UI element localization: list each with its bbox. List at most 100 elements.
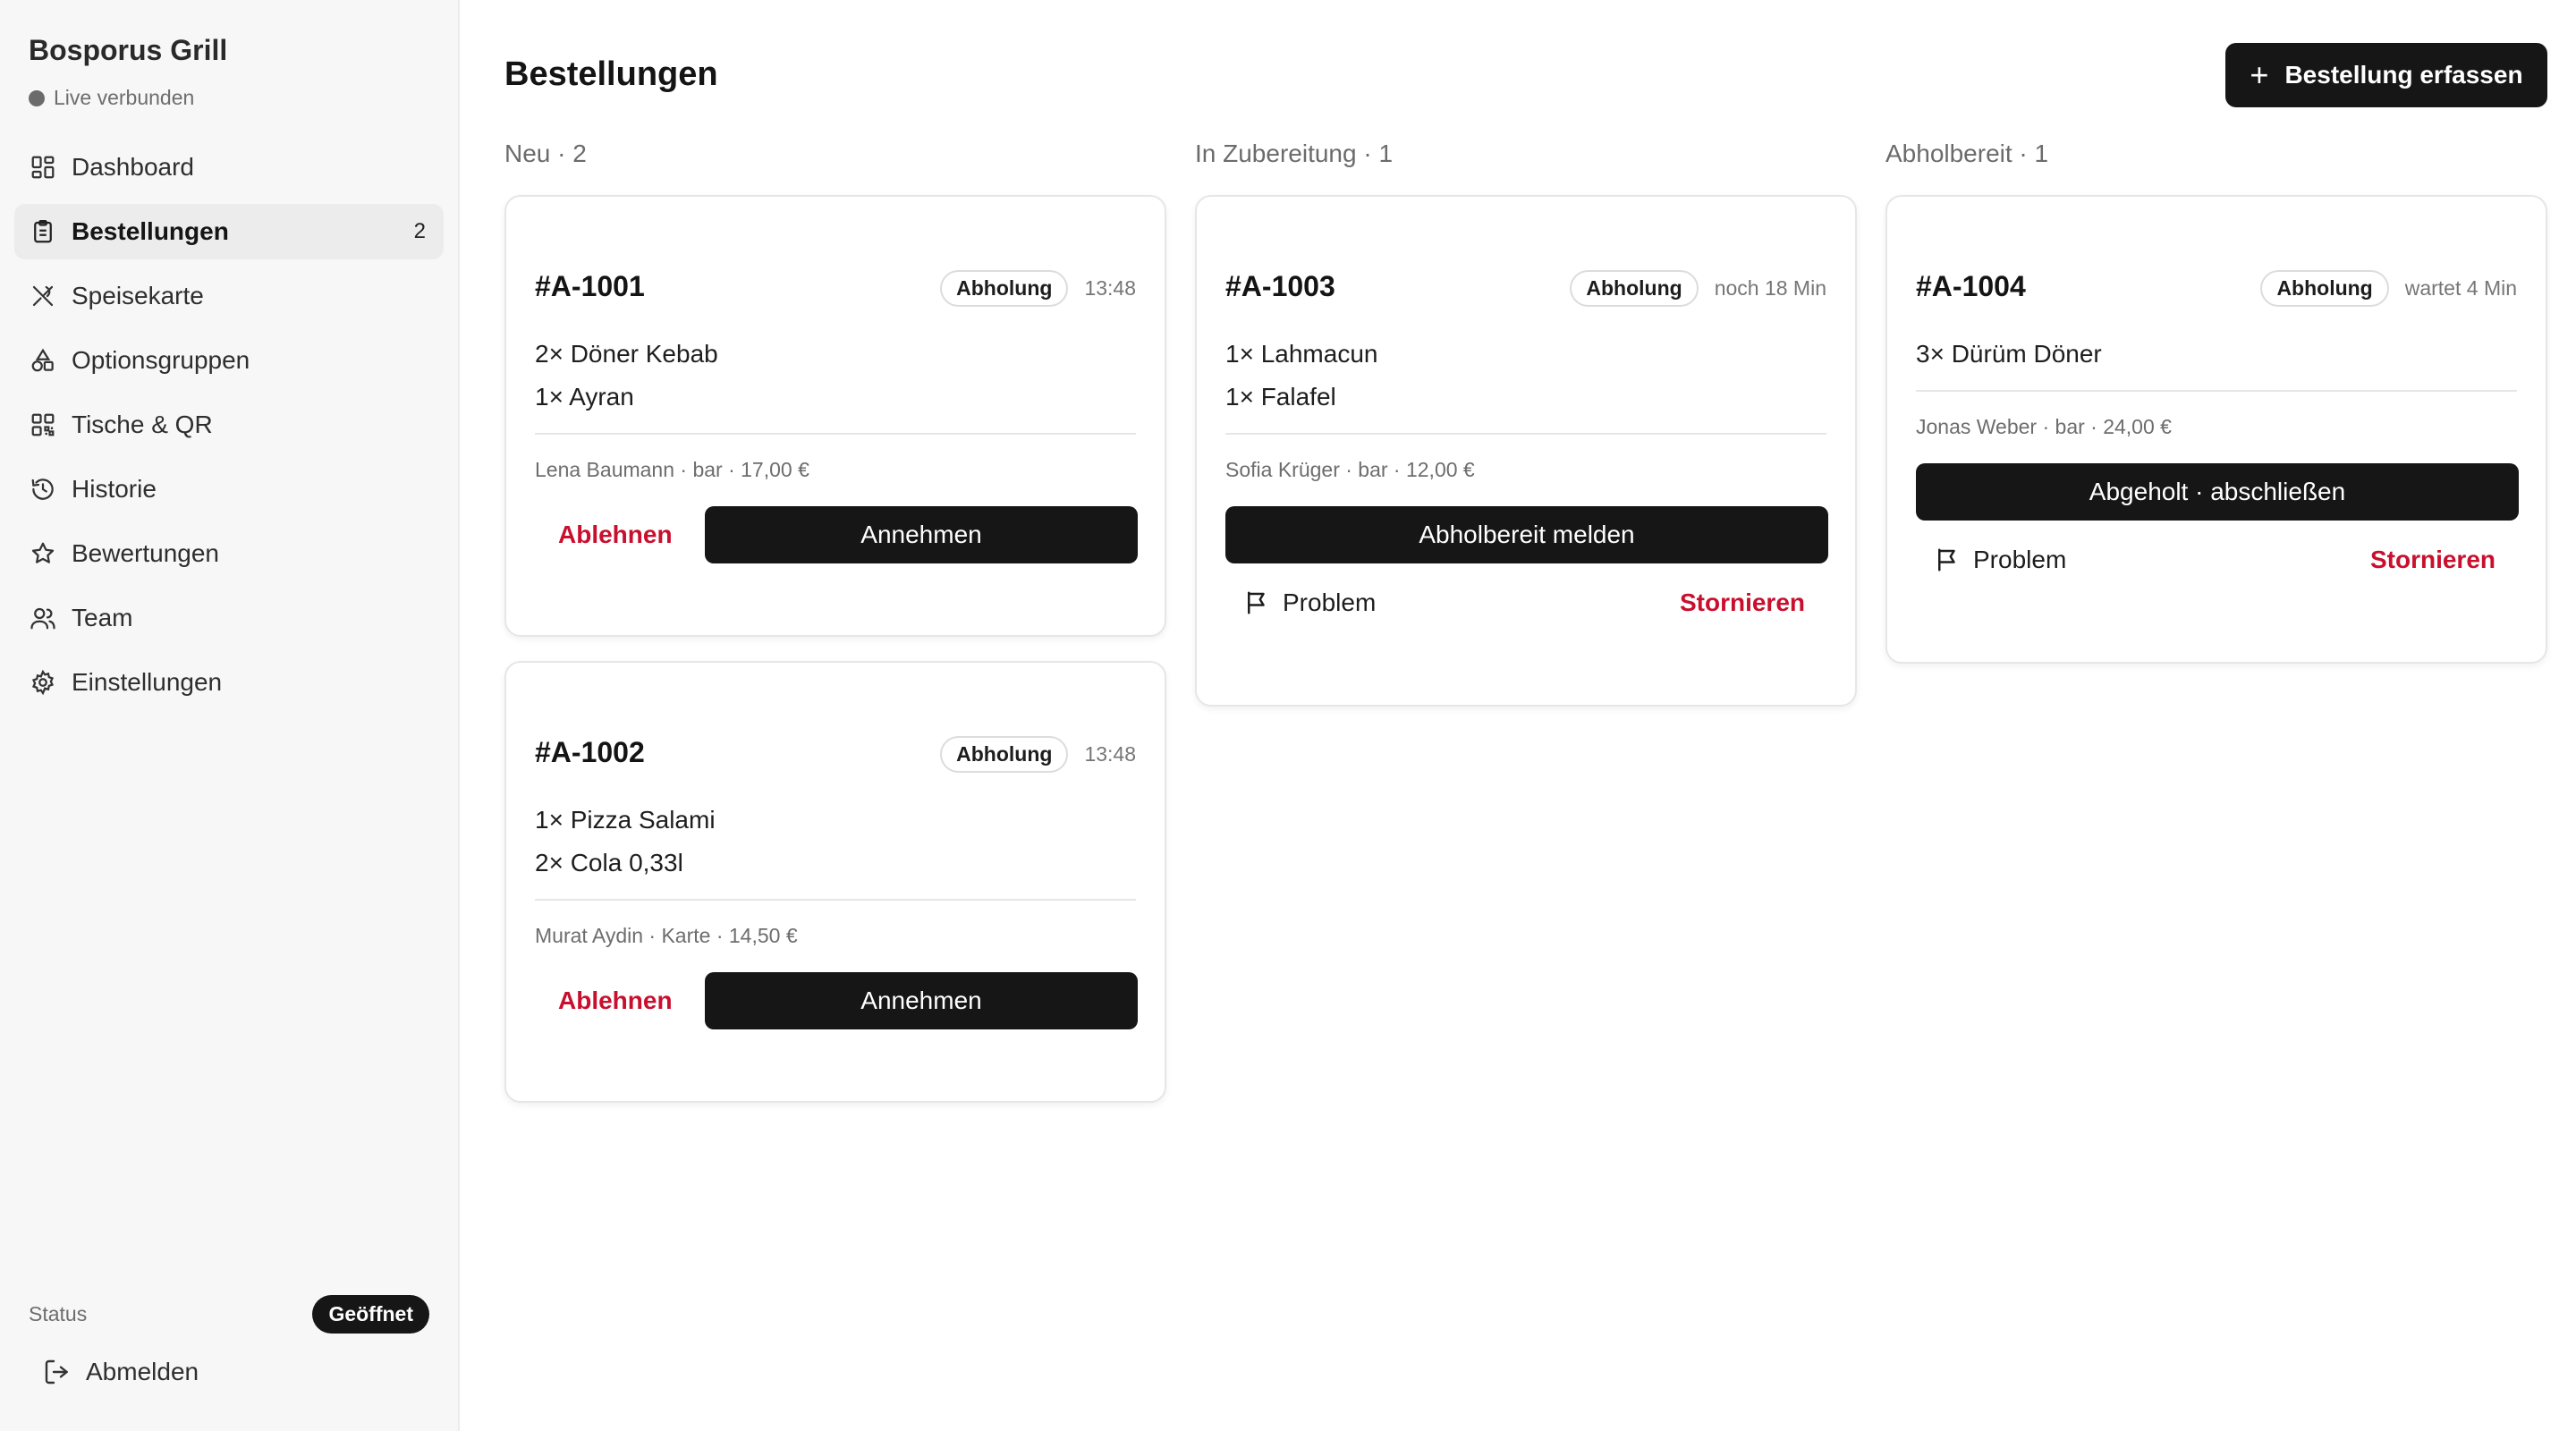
order-item: 3× Dürüm Döner [1916,340,2102,368]
gear-icon [29,668,57,697]
page-title: Bestellungen [504,55,718,93]
order-item: 1× Falafel [1225,383,1336,411]
brand-name: Bosporus Grill [29,34,228,66]
card-divider [535,433,1136,435]
order-customer: Murat Aydin · Karte · 14,50 € [535,924,798,947]
order-items: 3× Dürüm Döner [1916,333,2102,376]
plus-icon: + [2250,56,2269,93]
order-card-a-1002[interactable]: #A-1002 Abholung 13:48 1× Pizza Salami 2… [504,661,1166,1103]
sidebar-item-bewertungen[interactable]: Bewertungen [14,526,444,581]
order-id: #A-1001 [535,270,645,302]
sidebar-item-tische-qr[interactable]: Tische & QR [14,397,444,453]
column-header-abholbereit: Abholbereit · 1 [1885,140,2049,167]
order-card-a-1001[interactable]: #A-1001 Abholung 13:48 2× Döner Kebab 1×… [504,195,1166,637]
order-item: 2× Döner Kebab [535,340,718,368]
problem-label: Problem [1283,588,1377,616]
store-status: Status Geöffnet [29,1295,429,1334]
sidebar-item-dashboard[interactable]: Dashboard [14,140,444,195]
ready-button[interactable]: Abholbereit melden [1225,506,1828,563]
logout-button[interactable]: Abmelden [43,1358,199,1386]
order-item: 2× Cola 0,33l [535,849,683,876]
problem-label: Problem [1973,546,2067,573]
complete-button[interactable]: Abgeholt · abschließen [1916,463,2519,521]
order-meta: Abholung 13:48 [940,270,1136,307]
order-type-badge: Abholung [1570,270,1699,307]
sidebar-item-speisekarte[interactable]: Speisekarte [14,268,444,324]
order-card-a-1004[interactable]: #A-1004 Abholung wartet 4 Min 3× Dürüm D… [1885,195,2547,664]
clipboard-icon [29,217,57,246]
order-id: #A-1004 [1916,270,2026,302]
order-card-a-1003[interactable]: #A-1003 Abholung noch 18 Min 1× Lahmacun… [1195,195,1857,707]
dashboard-icon [29,153,57,182]
order-customer: Jonas Weber · bar · 24,00 € [1916,415,2172,438]
reject-button[interactable]: Ablehnen [558,521,673,549]
column-header-in-zubereitung: In Zubereitung · 1 [1195,140,1394,167]
order-count-badge: 2 [413,219,426,243]
utensils-icon [29,282,57,310]
live-status-label: Live verbunden [54,86,195,109]
sidebar-nav: Dashboard Bestellungen 2 Speisekarte Opt… [14,140,444,719]
sidebar-item-team[interactable]: Team [14,590,444,646]
logout-icon [45,1359,68,1384]
order-customer: Sofia Krüger · bar · 12,00 € [1225,458,1475,481]
flag-icon [1248,591,1265,614]
order-item: 1× Ayran [535,383,634,411]
order-time: 13:48 [1084,742,1136,766]
new-order-button[interactable]: + Bestellung erfassen [2225,43,2547,107]
sidebar-item-label: Team [72,604,133,631]
card-divider [1916,390,2517,392]
reject-button[interactable]: Ablehnen [558,986,673,1015]
sidebar-item-label: Tische & QR [72,411,213,438]
order-type-badge: Abholung [940,270,1069,307]
card-divider [535,899,1136,901]
logout-label: Abmelden [86,1358,199,1385]
sidebar: Bosporus Grill Live verbunden Dashboard … [0,0,460,1431]
sidebar-item-label: Historie [72,475,157,503]
order-meta: Abholung wartet 4 Min [2260,270,2517,307]
sidebar-item-label: Bewertungen [72,539,220,567]
order-time: 13:48 [1084,276,1136,300]
sidebar-item-optionsgruppen[interactable]: Optionsgruppen [14,333,444,388]
order-id: #A-1003 [1225,270,1335,302]
accept-button[interactable]: Annehmen [705,972,1138,1029]
star-icon [29,539,57,568]
order-time: noch 18 Min [1714,276,1826,300]
order-item: 1× Lahmacun [1225,340,1378,368]
sidebar-item-label: Dashboard [72,153,194,181]
card-divider [1225,433,1826,435]
users-icon [29,604,57,632]
sidebar-item-label: Einstellungen [72,668,223,696]
accept-button[interactable]: Annehmen [705,506,1138,563]
history-icon [29,475,57,504]
order-type-badge: Abholung [940,736,1069,773]
sidebar-item-label: Speisekarte [72,282,204,309]
order-meta: Abholung noch 18 Min [1570,270,1826,307]
order-items: 1× Pizza Salami 2× Cola 0,33l [535,799,716,885]
order-items: 2× Döner Kebab 1× Ayran [535,333,718,419]
new-order-label: Bestellung erfassen [2284,61,2523,89]
column-header-neu: Neu · 2 [504,140,587,167]
cancel-button[interactable]: Stornieren [2370,546,2496,574]
flag-icon [1938,548,1955,572]
order-items: 1× Lahmacun 1× Falafel [1225,333,1377,419]
shapes-icon [29,346,57,375]
order-customer: Lena Baumann · bar · 17,00 € [535,458,809,481]
cancel-button[interactable]: Stornieren [1680,588,1805,617]
live-status: Live verbunden [29,86,194,110]
order-type-badge: Abholung [2260,270,2389,307]
problem-button[interactable]: Problem [1243,588,1376,617]
qr-code-icon [29,411,57,439]
order-id: #A-1002 [535,736,645,768]
sidebar-item-einstellungen[interactable]: Einstellungen [14,655,444,710]
status-label: Status [29,1302,88,1325]
order-item: 1× Pizza Salami [535,806,716,834]
problem-button[interactable]: Problem [1934,546,2066,574]
sidebar-item-label: Optionsgruppen [72,346,250,374]
status-badge[interactable]: Geöffnet [312,1295,429,1334]
sidebar-item-label: Bestellungen [72,217,229,245]
status-dot-icon [29,89,45,106]
order-time: wartet 4 Min [2404,276,2517,300]
order-meta: Abholung 13:48 [940,736,1136,773]
sidebar-item-historie[interactable]: Historie [14,461,444,517]
sidebar-item-bestellungen[interactable]: Bestellungen 2 [14,204,444,259]
